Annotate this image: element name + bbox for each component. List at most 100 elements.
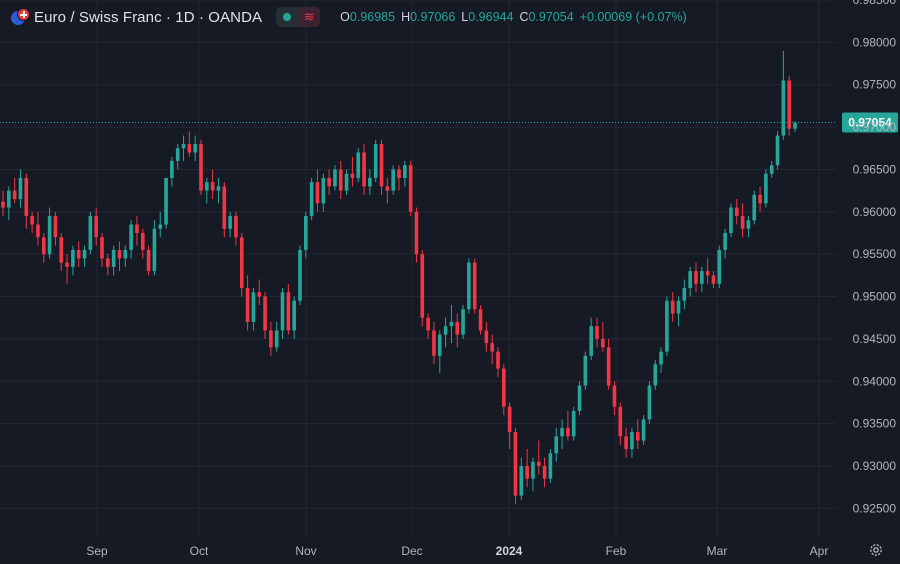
candle-body — [408, 165, 413, 212]
candle-body — [705, 271, 710, 276]
y-tick-label: 0.95000 — [853, 290, 897, 304]
candle-body — [781, 80, 786, 136]
candle-body — [1, 201, 5, 208]
candle-body — [175, 148, 180, 161]
candle-body — [694, 271, 698, 284]
candle-body — [228, 216, 232, 229]
candle-body — [711, 275, 716, 284]
candle-body — [140, 232, 145, 250]
y-tick-label: 0.93500 — [853, 417, 897, 431]
candle-body — [94, 216, 98, 238]
y-tick-label: 0.94500 — [853, 332, 897, 346]
candle — [647, 381, 652, 424]
candle-body — [717, 249, 722, 284]
candle — [764, 169, 768, 208]
candle-body — [280, 292, 285, 331]
candle-body — [76, 249, 81, 259]
candle-body — [682, 288, 687, 301]
candle-body — [106, 258, 110, 267]
candle-body — [775, 135, 780, 166]
candle-body — [41, 237, 46, 255]
candle-body — [146, 249, 151, 272]
candle-body — [199, 144, 203, 191]
y-tick-label: 0.94000 — [853, 374, 897, 388]
candle-body — [391, 169, 395, 191]
candle-body — [274, 330, 279, 348]
candle-body — [601, 338, 605, 348]
candle-body — [752, 194, 757, 221]
candle-body — [670, 300, 675, 314]
candle-body — [164, 177, 168, 225]
candle-body — [688, 271, 692, 289]
candle — [309, 177, 314, 221]
candle-body — [385, 186, 390, 191]
candle-body — [24, 177, 29, 217]
candle-body — [618, 406, 623, 437]
candle-body — [123, 249, 128, 259]
candle-body — [129, 224, 133, 250]
candle-body — [630, 432, 634, 450]
candle-body — [53, 216, 58, 238]
candle-body — [315, 182, 320, 204]
ohlc-low: L0.96944 — [461, 10, 514, 24]
currency-flags-icon — [10, 8, 30, 26]
ohlc-change: +0.00069 (+0.07%) — [579, 10, 687, 24]
candle-body — [478, 309, 483, 331]
candle-body — [513, 432, 518, 496]
candle-body — [47, 216, 52, 255]
candle-body — [333, 169, 337, 187]
x-tick-label: 2024 — [496, 544, 523, 558]
candle-body — [88, 216, 93, 250]
candle-body — [624, 436, 628, 450]
candlestick-chart[interactable]: 0.97054 0.925000.930000.935000.940000.94… — [0, 0, 900, 564]
y-tick-label: 0.95500 — [853, 247, 897, 261]
candle-body — [251, 292, 256, 322]
candle-body — [432, 330, 436, 356]
candle-body — [746, 220, 751, 229]
candle-body — [700, 271, 704, 284]
candle-body — [338, 169, 343, 191]
candle-body — [490, 343, 494, 352]
y-tick-label: 0.92500 — [853, 501, 897, 515]
candle-body — [292, 300, 296, 331]
candle-body — [577, 385, 582, 411]
candle — [420, 249, 425, 327]
candle-body — [187, 144, 192, 153]
candle — [408, 160, 413, 217]
candle-body — [18, 177, 23, 200]
candle-body — [502, 368, 506, 407]
candle-body — [647, 385, 652, 420]
chart-header: Euro / Swiss Franc · 1D · OANDA ≋ O0.969… — [10, 6, 687, 28]
candle-body — [437, 334, 442, 356]
candle-body — [729, 207, 733, 233]
candle — [583, 351, 588, 390]
candle — [467, 258, 471, 314]
candle — [729, 203, 733, 238]
candle-body — [36, 224, 40, 238]
candle-body — [309, 182, 314, 217]
market-status-pill[interactable]: ≋ — [276, 7, 321, 27]
candle — [146, 245, 151, 276]
candle-body — [344, 173, 349, 191]
candle-body — [641, 419, 646, 441]
candle-body — [653, 364, 658, 386]
candle-body — [548, 453, 553, 479]
candle — [775, 131, 780, 170]
candle-body — [71, 249, 75, 267]
candle-body — [65, 262, 69, 267]
candle-body — [734, 207, 739, 217]
candle-body — [665, 300, 669, 352]
candle — [298, 245, 302, 306]
candle-body — [426, 317, 430, 331]
market-open-dot-icon — [276, 7, 298, 27]
candle — [239, 232, 244, 297]
candle-body — [210, 182, 215, 191]
candle-body — [461, 309, 465, 335]
candle-body — [414, 211, 419, 255]
candle — [571, 406, 576, 441]
candle-body — [304, 216, 308, 250]
candle-body — [484, 330, 489, 344]
symbol-title[interactable]: Euro / Swiss Franc · 1D · OANDA — [34, 9, 262, 26]
gear-icon[interactable] — [868, 542, 884, 558]
candle-body — [496, 351, 500, 369]
